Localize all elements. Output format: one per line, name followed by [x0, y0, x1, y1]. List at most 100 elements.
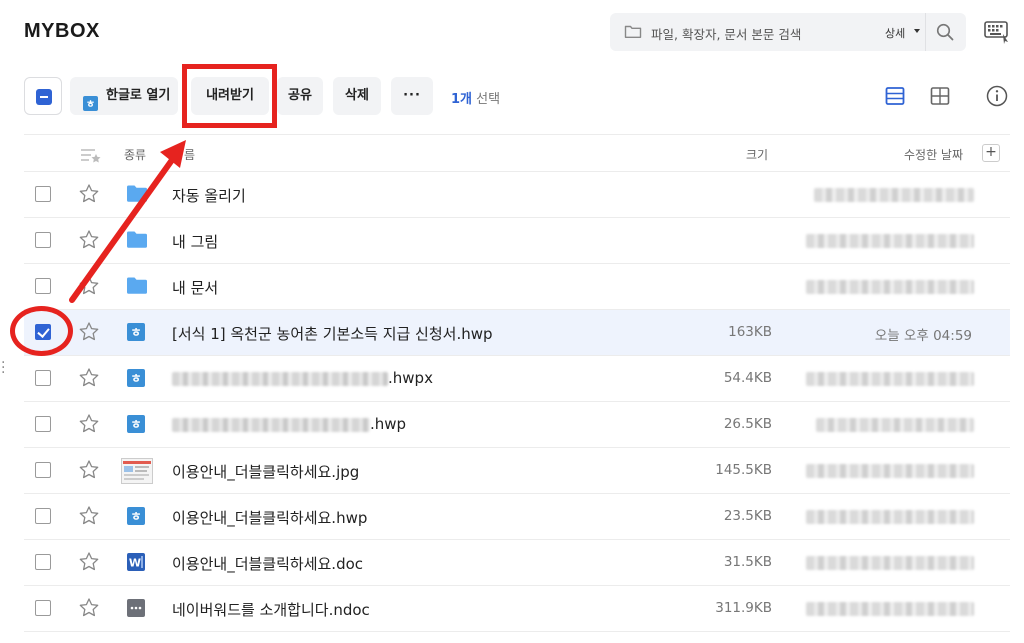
file-name[interactable]: .hwpx: [172, 369, 433, 387]
file-toolbar: ㅎ 한글로 열기 내려받기 공유 삭제 ··· 1개 선택: [0, 74, 1024, 118]
file-list: 자동 올리기 내 그림 내 문서 ㅎ [서식 1] 옥천군 농어촌 기본소득 지…: [24, 172, 1010, 632]
table-row[interactable]: ㅎ .hwpx 54.4KB: [24, 356, 1010, 402]
file-name[interactable]: 이용안내_더블클릭하세요.jpg: [172, 461, 359, 482]
file-name[interactable]: 자동 올리기: [172, 185, 246, 206]
date-redacted: [814, 188, 974, 202]
image-file-icon: [121, 458, 153, 488]
file-name[interactable]: 이용안내_더블클릭하세요.doc: [172, 553, 363, 574]
column-header-name[interactable]: 름: [184, 146, 195, 163]
list-view-icon[interactable]: [885, 86, 905, 110]
file-name[interactable]: .hwp: [172, 415, 406, 433]
search-detail-button[interactable]: 상세: [885, 25, 905, 41]
date-redacted: [806, 234, 974, 248]
svg-text:ㅎ: ㅎ: [130, 326, 141, 340]
ndoc-file-icon: [126, 598, 146, 622]
file-size: 54.4KB: [723, 370, 772, 386]
date-redacted: [806, 280, 974, 294]
hwp-file-icon: ㅎ: [126, 368, 146, 392]
star-icon[interactable]: [78, 229, 100, 255]
table-row[interactable]: 자동 올리기: [24, 172, 1010, 218]
star-icon[interactable]: [78, 413, 100, 439]
keyboard-shortcut-icon[interactable]: [984, 20, 1010, 48]
star-icon[interactable]: [78, 183, 100, 209]
share-button[interactable]: 공유: [277, 77, 323, 115]
date-redacted: [806, 602, 974, 616]
info-icon[interactable]: [986, 85, 1008, 111]
top-header: MYBOX 파일, 확장자, 문서 본문 검색 상세: [0, 0, 1024, 70]
row-checkbox[interactable]: [35, 186, 51, 202]
star-icon[interactable]: [78, 505, 100, 531]
indeterminate-check-icon: [36, 89, 52, 105]
favorite-sort-icon[interactable]: [80, 147, 102, 166]
row-checkbox[interactable]: [35, 554, 51, 570]
star-icon[interactable]: [78, 367, 100, 393]
table-row[interactable]: 내 그림: [24, 218, 1010, 264]
row-checkbox[interactable]: [35, 232, 51, 248]
word-file-icon: W: [126, 552, 146, 576]
table-row[interactable]: ㅎ .hwp 26.5KB: [24, 402, 1010, 448]
grid-view-icon[interactable]: [930, 86, 950, 110]
table-row-selected[interactable]: ㅎ [서식 1] 옥천군 농어촌 기본소득 지급 신청서.hwp 163KB 오…: [24, 310, 1010, 356]
file-table-header: 종류 름 크기 수정한 날짜 +: [24, 134, 1010, 172]
row-checkbox[interactable]: [35, 508, 51, 524]
table-row[interactable]: 이용안내_더블클릭하세요.jpg 145.5KB: [24, 448, 1010, 494]
file-name[interactable]: 네이버워드를 소개합니다.ndoc: [172, 599, 370, 620]
table-row[interactable]: W 이용안내_더블클릭하세요.doc 31.5KB: [24, 540, 1010, 586]
hwp-app-icon: ㅎ: [83, 89, 98, 127]
row-checkbox[interactable]: [35, 370, 51, 386]
svg-text:W: W: [129, 557, 141, 570]
file-size: 23.5KB: [723, 508, 772, 524]
star-icon[interactable]: [78, 275, 100, 301]
hwp-file-icon: ㅎ: [126, 322, 146, 346]
delete-button[interactable]: 삭제: [333, 77, 381, 115]
file-size: 163KB: [728, 324, 772, 340]
row-checkbox[interactable]: [35, 278, 51, 294]
add-column-button[interactable]: +: [982, 144, 1000, 162]
star-icon[interactable]: [78, 321, 100, 347]
svg-text:ㅎ: ㅎ: [130, 372, 141, 386]
star-icon[interactable]: [78, 551, 100, 577]
file-size: 31.5KB: [723, 554, 772, 570]
file-size: 145.5KB: [715, 462, 772, 478]
chevron-down-icon[interactable]: [914, 29, 920, 33]
row-checkbox[interactable]: [35, 600, 51, 616]
filename-redacted: [172, 371, 388, 386]
row-checkbox[interactable]: [35, 416, 51, 432]
table-row[interactable]: 네이버워드를 소개합니다.ndoc 311.9KB: [24, 586, 1010, 632]
file-name[interactable]: 내 그림: [172, 231, 218, 252]
star-icon[interactable]: [78, 597, 100, 623]
file-extension: .hwp: [370, 415, 407, 433]
folder-icon: [126, 230, 148, 254]
annotation-highlight-circle: [10, 306, 73, 356]
file-name[interactable]: [서식 1] 옥천군 농어촌 기본소득 지급 신청서.hwp: [172, 323, 493, 344]
date-redacted: [806, 556, 974, 570]
folder-icon: [126, 276, 148, 300]
select-all-checkbox[interactable]: [24, 77, 62, 115]
file-name[interactable]: 이용안내_더블클릭하세요.hwp: [172, 507, 367, 528]
column-header-date[interactable]: 수정한 날짜: [904, 146, 963, 163]
search-input[interactable]: 파일, 확장자, 문서 본문 검색: [651, 24, 801, 43]
star-icon[interactable]: [78, 459, 100, 485]
column-header-size[interactable]: 크기: [746, 146, 768, 163]
app-logo[interactable]: MYBOX: [24, 20, 100, 43]
folder-icon: [126, 184, 148, 208]
column-header-kind[interactable]: 종류: [124, 146, 146, 163]
date-redacted: [806, 510, 974, 524]
search-icon[interactable]: [936, 23, 954, 45]
open-with-hangul-button[interactable]: ㅎ 한글로 열기: [70, 77, 178, 115]
file-size: 26.5KB: [723, 416, 772, 432]
resize-handle-icon[interactable]: · · ·: [1, 356, 5, 380]
table-row[interactable]: ㅎ 이용안내_더블클릭하세요.hwp 23.5KB: [24, 494, 1010, 540]
selection-count: 1개 선택: [451, 88, 500, 107]
search-bar[interactable]: 파일, 확장자, 문서 본문 검색 상세: [610, 13, 966, 51]
open-with-hangul-label: 한글로 열기: [106, 88, 171, 103]
file-size: 311.9KB: [715, 600, 772, 616]
hwp-file-icon: ㅎ: [126, 506, 146, 530]
svg-text:ㅎ: ㅎ: [86, 99, 95, 111]
row-checkbox[interactable]: [35, 462, 51, 478]
more-options-button[interactable]: ···: [391, 77, 433, 115]
file-name[interactable]: 내 문서: [172, 277, 218, 298]
hwp-file-icon: ㅎ: [126, 414, 146, 438]
selection-count-number: 1개: [451, 92, 473, 107]
table-row[interactable]: 내 문서: [24, 264, 1010, 310]
